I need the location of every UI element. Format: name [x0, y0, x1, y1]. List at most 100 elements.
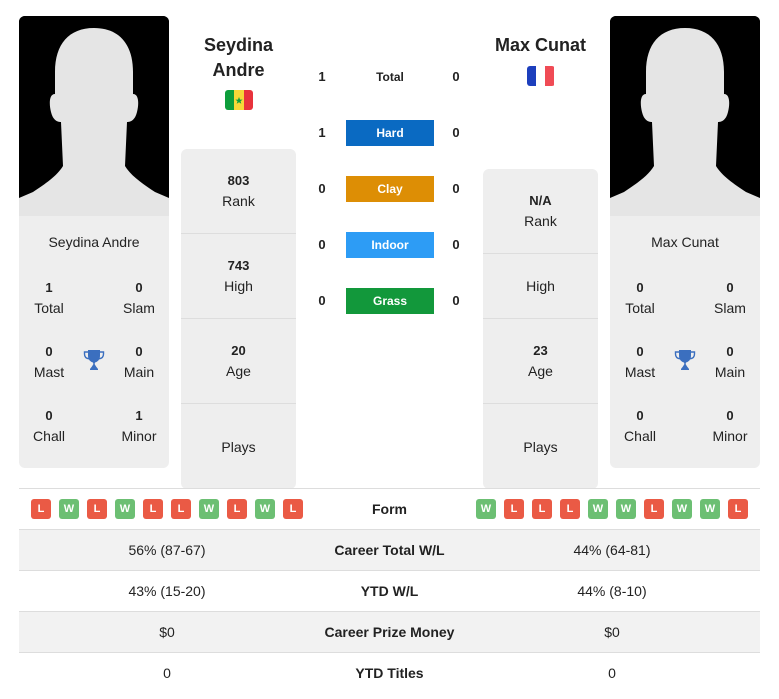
surface-hard-badge[interactable]: Hard	[346, 120, 434, 146]
table-row: $0 Career Prize Money $0	[19, 611, 760, 652]
table-row: 56% (87-67) Career Total W/L 44% (64-81)	[19, 529, 760, 570]
h2h-row-clay: 0 Clay 0	[310, 176, 470, 202]
surface-indoor-badge[interactable]: Indoor	[346, 232, 434, 258]
h2h-row-hard: 1 Hard 0	[310, 120, 470, 146]
player2-titles-minor: 0 Minor	[712, 408, 748, 444]
player1-titles: 1 Total 0 Slam 0 Mast 0 Main 0 Chall 1 Minor	[19, 268, 169, 468]
player2-rank: N/A Rank	[483, 169, 598, 254]
player1-titles-mast: 0 Mast	[33, 344, 65, 380]
row-label: Career Total W/L	[334, 542, 445, 558]
h2h-p2-hard: 0	[452, 125, 460, 140]
surface-clay-badge[interactable]: Clay	[346, 176, 434, 202]
player2-stats: N/A Rank High 23 Age Plays	[483, 169, 598, 489]
form-win-badge[interactable]: W	[672, 499, 692, 519]
player1-career-wl: 56% (87-67)	[128, 542, 206, 558]
senegal-flag-icon	[224, 90, 253, 110]
h2h-row-total: 1 Total 0	[310, 64, 470, 90]
player2-card-name[interactable]: Max Cunat	[610, 216, 760, 268]
form-win-badge[interactable]: W	[255, 499, 275, 519]
form-win-badge[interactable]: W	[115, 499, 135, 519]
form-loss-badge[interactable]: L	[227, 499, 247, 519]
h2h-row-grass: 0 Grass 0	[310, 288, 470, 314]
form-loss-badge[interactable]: L	[143, 499, 163, 519]
table-row: 0 YTD Titles 0	[19, 652, 760, 693]
player2-high: High	[483, 254, 598, 319]
player1-high: 743 High	[181, 234, 296, 319]
surface-grass-badge[interactable]: Grass	[346, 288, 434, 314]
row-label: YTD Titles	[355, 665, 424, 681]
form-label: Form	[372, 501, 407, 517]
player2-titles-total: 0 Total	[625, 280, 655, 316]
form-loss-badge[interactable]: L	[728, 499, 748, 519]
trophy-icon	[674, 350, 696, 370]
player-silhouette-icon	[19, 16, 169, 216]
h2h-p1-total: 1	[318, 69, 326, 84]
h2h-p2-total: 0	[452, 69, 460, 84]
player2-ytd-titles: 0	[608, 665, 616, 681]
row-label: YTD W/L	[360, 583, 419, 599]
player1-name-line1[interactable]: Seydina	[181, 33, 296, 58]
trophy-icon	[83, 350, 105, 370]
form-loss-badge[interactable]: L	[504, 499, 524, 519]
player1-titles-main: 0 Main	[123, 344, 155, 380]
player1-header: Seydina Andre	[181, 33, 296, 110]
player1-photo	[19, 16, 169, 216]
row-label: Career Prize Money	[324, 624, 455, 640]
player1-titles-minor: 1 Minor	[121, 408, 157, 444]
comparison-table: LWLWLLWLWL Form WLLLWWLWWL 56% (87-67) C…	[19, 488, 760, 693]
player2-titles-mast: 0 Mast	[624, 344, 656, 380]
player1-plays: Plays	[221, 438, 256, 455]
h2h-p1-hard: 1	[318, 125, 326, 140]
h2h-p2-grass: 0	[452, 293, 460, 308]
h2h-p1-indoor: 0	[318, 237, 326, 252]
player2-ytd-wl: 44% (8-10)	[577, 583, 647, 599]
player1-stats: 803 Rank 743 High 20 Age Plays	[181, 149, 296, 489]
h2h-p1-grass: 0	[318, 293, 326, 308]
player2-plays: Plays	[523, 438, 558, 455]
form-loss-badge[interactable]: L	[87, 499, 107, 519]
player2-card: Max Cunat 0 Total 0 Slam 0 Mast 0 Main 0 Chal…	[610, 216, 760, 468]
form-loss-badge[interactable]: L	[644, 499, 664, 519]
player1-card-name[interactable]: Seydina Andre	[19, 216, 169, 268]
player2-career-wl: 44% (64-81)	[573, 542, 651, 558]
player1-card: Seydina Andre 1 Total 0 Slam 0 Mast 0 Main 0…	[19, 216, 169, 468]
h2h-row-indoor: 0 Indoor 0	[310, 232, 470, 258]
h2h-p2-indoor: 0	[452, 237, 460, 252]
form-loss-badge[interactable]: L	[283, 499, 303, 519]
player1-name-line2[interactable]: Andre	[181, 58, 296, 83]
player1-form: LWLWLLWLWL	[19, 499, 315, 519]
player1-age: 20 Age	[181, 319, 296, 404]
h2h-p2-clay: 0	[452, 181, 460, 196]
form-win-badge[interactable]: W	[199, 499, 219, 519]
form-win-badge[interactable]: W	[616, 499, 636, 519]
player2-form: WLLLWWLWWL	[464, 499, 760, 519]
player2-titles-slam: 0 Slam	[714, 280, 746, 316]
form-loss-badge[interactable]: L	[560, 499, 580, 519]
player2-name[interactable]: Max Cunat	[483, 33, 598, 58]
player1-titles-slam: 0 Slam	[123, 280, 155, 316]
form-win-badge[interactable]: W	[700, 499, 720, 519]
player1-rank: 803 Rank	[181, 149, 296, 234]
form-win-badge[interactable]: W	[476, 499, 496, 519]
player1-prize-money: $0	[159, 624, 175, 640]
h2h-p1-clay: 0	[318, 181, 326, 196]
form-win-badge[interactable]: W	[59, 499, 79, 519]
form-loss-badge[interactable]: L	[171, 499, 191, 519]
table-row: 43% (15-20) YTD W/L 44% (8-10)	[19, 570, 760, 611]
france-flag-icon	[526, 66, 555, 86]
form-loss-badge[interactable]: L	[31, 499, 51, 519]
player1-ytd-titles: 0	[163, 665, 171, 681]
player2-photo	[610, 16, 760, 216]
player2-titles-main: 0 Main	[714, 344, 746, 380]
player2-prize-money: $0	[604, 624, 620, 640]
form-win-badge[interactable]: W	[588, 499, 608, 519]
player2-titles: 0 Total 0 Slam 0 Mast 0 Main 0 Chall 0 Minor	[610, 268, 760, 468]
h2h-label-total: Total	[376, 70, 404, 84]
player2-titles-chall: 0 Chall	[624, 408, 656, 444]
player1-titles-chall: 0 Chall	[33, 408, 65, 444]
player1-ytd-wl: 43% (15-20)	[128, 583, 206, 599]
player-silhouette-icon	[610, 16, 760, 216]
player2-header: Max Cunat	[483, 33, 598, 86]
form-loss-badge[interactable]: L	[532, 499, 552, 519]
player1-titles-total: 1 Total	[34, 280, 64, 316]
